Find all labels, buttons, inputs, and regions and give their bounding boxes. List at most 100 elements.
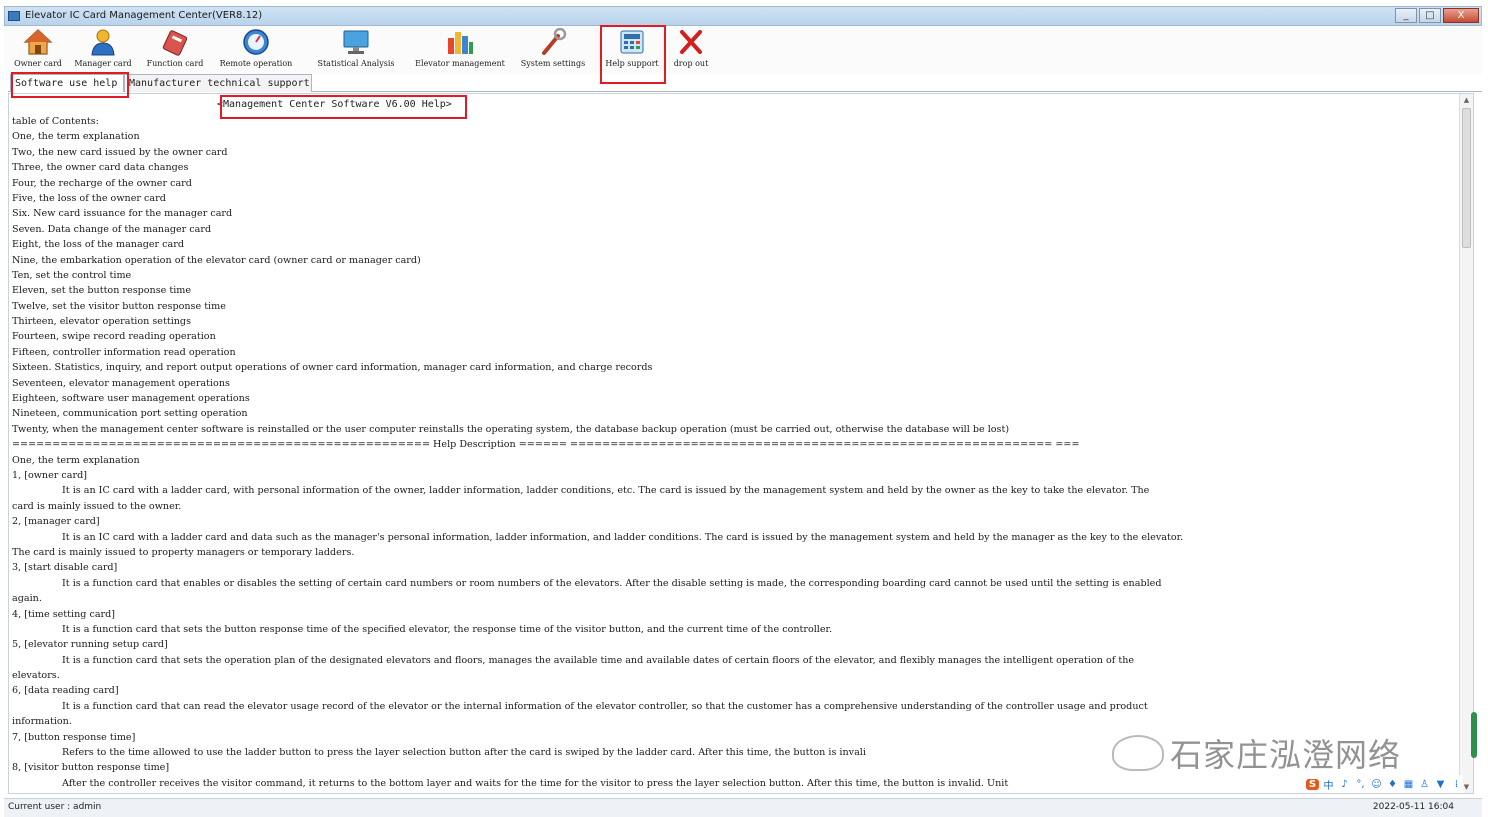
ime-toolbar[interactable]: S 中 ♪ °, ☺ ♦ ▦ ♙ ▼ ⁞ [1306,775,1463,793]
scroll-down-icon[interactable]: ▼ [1462,783,1471,791]
ime-item-icon[interactable]: ♙ [1418,779,1431,790]
help-text-line: Eight, the loss of the manager card [12,239,184,251]
help-text-line: 4, [time setting card] [12,608,116,620]
window-title: Elevator IC Card Management Center(VER8.… [25,10,263,21]
help-text-line: Fifteen, controller information read ope… [12,346,236,358]
bar-building-icon [445,28,475,56]
close-button[interactable]: X [1443,8,1479,23]
watermark-text: 石家庄泓澄网络 [1170,736,1402,774]
current-user: Current user : admin [8,802,102,812]
manager-person-icon [88,28,118,56]
manager-card-button[interactable]: Manager card [72,28,134,72]
tab-manufacturer-technical-support[interactable]: Manufacturer technical support [124,74,312,92]
help-text-line: Ten, set the control time [12,269,132,281]
help-text-line: Three, the owner card data changes [12,162,189,174]
help-text-line: information. [12,716,72,728]
vertical-scrollbar[interactable]: ▲ ▼ [1459,94,1473,793]
help-text-line: After the controller receives the visito… [62,777,1009,789]
help-text-line: card is mainly issued to the owner. [12,500,182,512]
help-text-line: ========================================… [12,439,1080,451]
highlight-box-software-help-tab [11,72,129,98]
help-text-line: Seventeen, elevator management operation… [12,377,230,389]
help-text-line: It is a function card that can read the … [62,700,1148,712]
status-datetime: 2022-05-11 16:04 [1372,802,1454,812]
function-card-label: Function card [146,59,204,68]
help-text-line: It is a function card that sets the oper… [62,654,1135,666]
owner-card-label: Owner card [14,59,62,68]
ime-item-icon[interactable]: ☺ [1370,779,1383,790]
help-text-line: 3, [start disable card] [12,562,118,574]
remote-operation-label: Remote operation [219,59,293,68]
app-icon [8,11,20,21]
help-text-line: elevators. [12,670,60,682]
window-controls: _ □ X [1395,8,1479,24]
ime-item-icon[interactable]: S [1306,778,1319,790]
help-text-line: Four, the recharge of the owner card [12,177,192,189]
system-settings-button[interactable]: System settings [514,27,592,72]
help-text-line: It is an IC card with a ladder card, wit… [62,485,1150,497]
help-text-line: It is a function card that enables or di… [62,577,1162,589]
help-text-line: Five, the loss of the owner card [12,192,166,204]
main-toolbar: Owner card Manager card Function card Re… [4,26,1482,74]
scrollbar-thumb[interactable] [1462,108,1471,248]
ime-item-icon[interactable]: °, [1354,779,1367,790]
help-text-line: 1, [owner card] [12,469,87,481]
ime-item-icon[interactable]: ▼ [1434,779,1447,790]
help-text-line: One, the term explanation [12,131,140,143]
remote-operation-button[interactable]: Remote operation [216,28,296,72]
function-card-button[interactable]: Function card [142,28,208,72]
help-text-line: The card is mainly issued to property ma… [12,546,355,558]
help-text-line: It is a function card that sets the butt… [62,623,833,635]
ime-item-icon[interactable]: 中 [1322,777,1335,792]
help-text-line: Two, the new card issued by the owner ca… [12,146,228,158]
highlight-box-help-support [600,25,666,84]
side-green-tab[interactable] [1471,712,1477,758]
red-x-icon [676,28,706,56]
function-card-icon [160,28,190,56]
help-content-area[interactable]: <Management Center Software V6.00 Help> … [8,93,1474,794]
status-bar: Current user : admin 2022-05-11 16:04 [4,798,1482,817]
help-text-line: It is an IC card with a ladder card and … [62,531,1184,543]
minimize-button[interactable]: _ [1395,8,1417,23]
drop-out-button[interactable]: drop out [668,28,714,72]
help-text-line: Fourteen, swipe record reading operation [12,331,216,343]
statistical-analysis-label: Statistical Analysis [317,59,395,68]
drop-out-label: drop out [673,59,709,68]
scroll-up-icon[interactable]: ▲ [1462,96,1471,104]
help-text-line: Thirteen, elevator operation settings [12,316,192,328]
help-text-line: 2, [manager card] [12,516,100,528]
help-text-line: One, the term explanation [12,454,140,466]
title-bar: Elevator IC Card Management Center(VER8.… [4,6,1482,26]
wrench-icon [538,27,568,56]
help-text-line: Twelve, set the visitor button response … [12,300,226,312]
statistical-analysis-button[interactable]: Statistical Analysis [306,28,406,72]
help-text-line: again. [12,593,42,605]
ime-item-icon[interactable]: ♪ [1338,779,1351,790]
ime-item-icon[interactable]: ▦ [1402,779,1415,790]
help-text-line: Nineteen, communication port setting ope… [12,408,248,420]
help-text-line: 5, [elevator running setup card] [12,639,168,651]
help-text-body: table of Contents: One, the term explanat… [12,114,1452,791]
remote-dial-icon [241,28,271,56]
system-settings-label: System settings [520,59,586,68]
watermark-logo-icon [1112,735,1164,771]
help-text-line: Sixteen. Statistics, inquiry, and report… [12,362,653,374]
help-text-line: 6, [data reading card] [12,685,119,697]
monitor-icon [341,28,371,56]
help-text-line: Six. New card issuance for the manager c… [12,208,233,220]
help-text-line: Eleven, set the button response time [12,285,192,297]
owner-card-button[interactable]: Owner card [10,28,66,72]
highlight-box-help-title [220,95,467,119]
help-tabs: Software use help Manufacturer technical… [8,74,1482,92]
help-text-line: Eighteen, software user management opera… [12,393,250,405]
help-text-line: Twenty, when the management center softw… [12,423,1010,435]
help-text-line: Seven. Data change of the manager card [12,223,212,235]
ime-item-icon[interactable]: ⁞ [1450,779,1463,790]
elevator-management-label: Elevator management [415,59,505,68]
elevator-management-button[interactable]: Elevator management [414,28,506,72]
maximize-button[interactable]: □ [1419,8,1441,23]
ime-item-icon[interactable]: ♦ [1386,779,1399,790]
watermark: 石家庄泓澄网络 [1112,730,1401,776]
manager-card-label: Manager card [74,59,132,68]
house-icon [23,28,53,56]
